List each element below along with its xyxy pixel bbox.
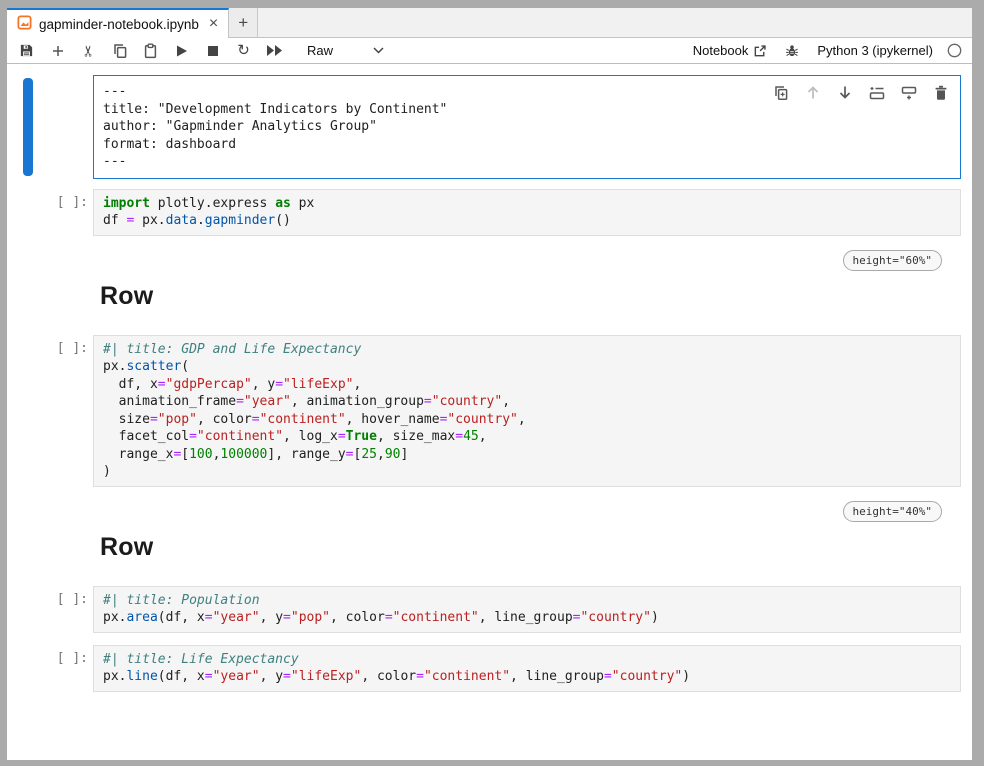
markdown-rendered[interactable]: height="60%" Row xyxy=(93,246,961,327)
notebook-panel: ---title: "Development Indicators by Con… xyxy=(7,64,972,760)
notebook-view-switch[interactable]: Notebook xyxy=(693,43,768,58)
move-cell-down-icon[interactable] xyxy=(836,84,853,101)
restart-run-all-icon[interactable] xyxy=(266,42,283,60)
debugger-toggle[interactable] xyxy=(785,44,799,58)
insert-cell-above-icon[interactable] xyxy=(868,84,885,101)
cell-prompt: [ ]: xyxy=(7,645,93,666)
jupyterlab-window: gapminder-notebook.ipynb × + xyxy=(7,8,972,760)
cell-raw-frontmatter: ---title: "Development Indicators by Con… xyxy=(7,75,972,179)
insert-cell-icon[interactable] xyxy=(49,42,66,60)
cell-markdown-row2: height="40%" Row xyxy=(7,497,972,578)
kernel-status-icon[interactable] xyxy=(947,43,962,58)
height-badge: height="40%" xyxy=(843,501,942,522)
notebook-file-icon xyxy=(17,15,32,33)
save-button[interactable] xyxy=(18,42,35,60)
code-cell-source[interactable]: import plotly.express as pxdf = px.data.… xyxy=(103,195,951,230)
raw-cell-editor[interactable]: ---title: "Development Indicators by Con… xyxy=(93,75,961,179)
cell-collapser[interactable] xyxy=(23,78,33,176)
copy-cells-icon[interactable] xyxy=(111,42,128,60)
cell-type-dropdown[interactable]: Raw xyxy=(307,43,384,58)
markdown-rendered[interactable]: height="40%" Row xyxy=(93,497,961,578)
debugger-bug-icon xyxy=(785,44,799,58)
tab-gapminder-notebook[interactable]: gapminder-notebook.ipynb × xyxy=(7,8,229,38)
code-cell-source[interactable]: #| title: GDP and Life Expectancypx.scat… xyxy=(103,341,951,481)
interrupt-kernel-icon[interactable] xyxy=(204,42,221,60)
cell-prompt: [ ]: xyxy=(7,586,93,607)
window-frame: gapminder-notebook.ipynb × + xyxy=(0,0,984,766)
insert-cell-below-icon[interactable] xyxy=(900,84,917,101)
duplicate-cell-icon[interactable] xyxy=(772,84,789,101)
code-cell-source[interactable]: #| title: Populationpx.area(df, x="year"… xyxy=(103,592,951,627)
code-cell-source[interactable]: #| title: Life Expectancypx.line(df, x="… xyxy=(103,651,951,686)
cell-toolbar xyxy=(772,84,949,101)
kernel-name[interactable]: Python 3 (ipykernel) xyxy=(817,43,933,58)
cell-prompt: [ ]: xyxy=(7,189,93,210)
restart-kernel-icon[interactable]: ↻ xyxy=(235,42,252,60)
notebook-view-label: Notebook xyxy=(693,43,749,58)
cell-code-line: [ ]: #| title: Life Expectancypx.line(df… xyxy=(7,645,972,692)
move-cell-up-icon[interactable] xyxy=(804,84,821,101)
cell-code-area: [ ]: #| title: Populationpx.area(df, x="… xyxy=(7,586,972,633)
cell-markdown-row1: height="60%" Row xyxy=(7,246,972,327)
close-tab-icon[interactable]: × xyxy=(208,16,219,32)
code-cell-editor[interactable]: #| title: Life Expectancypx.line(df, x="… xyxy=(93,645,961,692)
cell-code-scatter: [ ]: #| title: GDP and Life Expectancypx… xyxy=(7,335,972,487)
row-heading: Row xyxy=(100,282,961,311)
notebook-toolbar: ✂ ↻ xyxy=(7,38,972,64)
run-cell-icon[interactable] xyxy=(173,42,190,60)
cut-cells-icon[interactable]: ✂ xyxy=(80,42,97,60)
code-cell-editor[interactable]: #| title: Populationpx.area(df, x="year"… xyxy=(93,586,961,633)
cell-code-import: [ ]: import plotly.express as pxdf = px.… xyxy=(7,189,972,236)
code-cell-editor[interactable]: #| title: GDP and Life Expectancypx.scat… xyxy=(93,335,961,487)
external-link-icon xyxy=(753,44,767,58)
delete-cell-icon[interactable] xyxy=(932,84,949,101)
cell-type-value: Raw xyxy=(307,43,341,58)
new-tab-button[interactable]: + xyxy=(229,8,258,37)
row-heading: Row xyxy=(100,533,961,562)
height-badge: height="60%" xyxy=(843,250,942,271)
tab-bar: gapminder-notebook.ipynb × + xyxy=(7,8,972,38)
paste-cells-icon[interactable] xyxy=(142,42,159,60)
chevron-down-icon xyxy=(373,47,384,54)
code-cell-editor[interactable]: import plotly.express as pxdf = px.data.… xyxy=(93,189,961,236)
tab-title: gapminder-notebook.ipynb xyxy=(39,17,199,32)
cell-prompt: [ ]: xyxy=(7,335,93,356)
